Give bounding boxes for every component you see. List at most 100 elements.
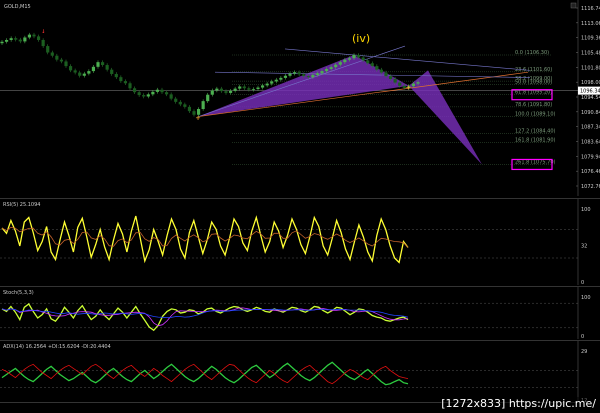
candle-body (320, 71, 324, 74)
rsi-pane[interactable]: RSI(5) 25.1094 100 32 0 (0, 198, 600, 286)
indicator-tick-label: 32 (581, 244, 587, 250)
down-arrow-marker: ↓ (41, 27, 45, 35)
candle-body (14, 38, 18, 40)
candle-body (46, 46, 50, 53)
candle-body (334, 64, 338, 68)
candle-body (292, 72, 297, 74)
indicator-tick-label: 100 (581, 207, 591, 213)
fib-label: 161.8 (1081.90) (515, 137, 556, 143)
candle-body (283, 75, 288, 78)
adx-chart[interactable]: ADX(14) 16.2564 +DI:15.6204 -DI:20.4404 … (0, 341, 600, 404)
indicator-tick-label: 100 (581, 295, 591, 301)
candle-body (288, 73, 292, 76)
scroll-button[interactable] (570, 2, 577, 9)
candle-body (274, 79, 278, 82)
indicator-line-1 (1, 363, 409, 385)
candle-body (361, 57, 365, 61)
candle-body (343, 59, 347, 63)
candle-body (260, 85, 265, 88)
candle-body (100, 62, 105, 66)
candle-body (215, 88, 219, 91)
candle-body (55, 55, 59, 60)
candle-body (247, 88, 251, 90)
candle-body (265, 83, 269, 86)
adx-title: ADX(14) 16.2564 +DI:15.6204 -DI:20.4404 (3, 344, 111, 350)
stoch-chart[interactable]: Stoch(5,3,3) 100 0 (0, 287, 600, 340)
candle-body (279, 77, 283, 80)
candle-body (4, 39, 9, 42)
indicator-tick-label: 29 (581, 349, 587, 355)
chart-title: GOLD,M15 (4, 4, 31, 10)
indicator-tick-label: 0 (581, 334, 584, 339)
price-tick-label: 1116.74 (581, 6, 600, 12)
candle-body (41, 39, 45, 47)
candle-body (36, 36, 41, 40)
candle-body (82, 73, 86, 76)
candle-body (224, 91, 228, 93)
indicator-line-0 (1, 361, 409, 386)
candle-body (366, 60, 370, 64)
candle-body (50, 52, 54, 56)
price-tick-label: 1109.36 (581, 36, 600, 42)
candle-body (379, 69, 384, 73)
fib-label: 61.8 (1095.20) (515, 90, 552, 96)
candle-body (270, 81, 274, 84)
candle-body (119, 77, 123, 82)
candle-body (151, 91, 155, 95)
candle-body (64, 61, 68, 67)
candle-body (228, 90, 233, 93)
fractal-marker-b: + (406, 83, 411, 92)
candle-body (68, 66, 73, 71)
candle-body (87, 71, 91, 74)
candle-body (169, 94, 173, 99)
candle-body (9, 38, 13, 40)
adx-pane[interactable]: ADX(14) 16.2564 +DI:15.6204 -DI:20.4404 … (0, 340, 600, 404)
price-tick-label: 1087.34 (581, 125, 600, 131)
fib-label: 0.0 (1106.30) (515, 50, 549, 56)
candle-body (306, 76, 310, 78)
candle-body (123, 81, 128, 84)
candle-body (393, 78, 397, 83)
candle-body (91, 66, 96, 72)
stoch-pane[interactable]: Stoch(5,3,3) 100 0 (0, 286, 600, 340)
candle-body (324, 68, 329, 72)
fib-label: 261.8 (1075.70) (515, 159, 556, 165)
candle-body (32, 34, 36, 37)
candle-body (238, 86, 242, 89)
candle-body (329, 67, 333, 69)
candle-body (132, 88, 137, 93)
candle-body (210, 90, 214, 95)
candle-body (315, 73, 320, 76)
fractal-marker-x: + (196, 114, 201, 123)
candle-body (146, 94, 150, 97)
candle-body (96, 62, 100, 67)
candle-body (356, 55, 361, 58)
candle-body (219, 88, 224, 92)
candle-body (18, 39, 22, 42)
candle-body (174, 98, 178, 102)
price-tick-label: 1090.84 (581, 110, 600, 116)
candle-body (178, 101, 182, 105)
candle-body (137, 92, 141, 96)
candle-body (297, 72, 301, 75)
candle-body (398, 82, 402, 86)
candle-body (155, 89, 160, 92)
candle-body (251, 88, 256, 90)
candle-body (142, 95, 146, 97)
indicator-tick-label: 0 (581, 280, 584, 285)
price-pane[interactable]: GOLD,M15 0.0 (1106.30) 23.6 (1101.60) 38.2… (0, 0, 600, 196)
price-tick-label: 1094.54 (581, 95, 600, 101)
candle-body (128, 83, 132, 89)
candle-body (73, 70, 77, 73)
candle-body (416, 82, 420, 84)
rsi-chart[interactable]: RSI(5) 25.1094 100 32 0 (0, 199, 600, 286)
candle-body (114, 73, 118, 78)
price-tick-label: 1105.48 (581, 51, 600, 57)
candle-body (347, 58, 352, 60)
candle-body (375, 66, 379, 70)
price-chart[interactable]: GOLD,M15 0.0 (1106.30)23.6 (1101.60)38.2… (0, 0, 600, 196)
current-price-label: 1096.34 (580, 89, 600, 95)
candle-body (233, 88, 237, 91)
price-tick-label: 1101.80 (581, 65, 600, 71)
candle-body (201, 101, 205, 110)
